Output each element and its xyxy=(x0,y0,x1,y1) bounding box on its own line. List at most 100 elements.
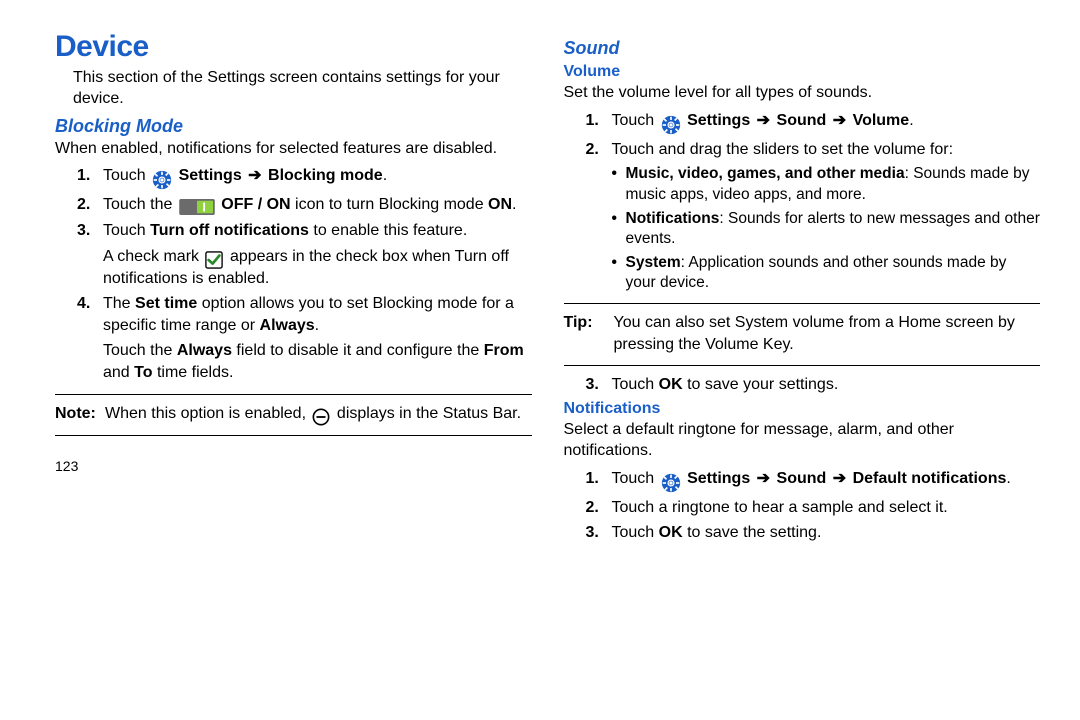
device-intro: This section of the Settings screen cont… xyxy=(55,68,532,110)
text: to save the setting. xyxy=(683,524,822,541)
arrow-icon: ➔ xyxy=(826,470,852,487)
step-body: Touch Settings ➔ Sound ➔ Volume. xyxy=(612,110,1041,135)
media-label: Music, video, games, and other media xyxy=(626,165,905,182)
toggle-icon xyxy=(179,197,215,213)
text: icon to turn Blocking mode xyxy=(291,196,488,213)
step-number: 1. xyxy=(586,468,612,493)
text: Touch xyxy=(612,470,659,487)
step-number: 3. xyxy=(586,374,612,396)
blocking-step-1: 1. Touch Settings ➔ Blocking mode. xyxy=(77,165,532,190)
text: and xyxy=(103,364,134,381)
settings-label: Settings xyxy=(687,112,750,129)
step-number: 2. xyxy=(77,194,103,216)
divider xyxy=(564,365,1041,366)
step-body: The Set time option allows you to set Bl… xyxy=(103,293,532,336)
arrow-icon: ➔ xyxy=(242,167,268,184)
step-number: 1. xyxy=(586,110,612,135)
blocking-step-4-sub: Touch the Always field to disable it and… xyxy=(103,340,532,383)
step-body: Touch OK to save the setting. xyxy=(612,522,1041,544)
always-label: Always xyxy=(260,317,315,334)
step-body: Touch the OFF / ON icon to turn Blocking… xyxy=(103,194,532,216)
text: The xyxy=(103,295,135,312)
always-label: Always xyxy=(177,342,232,359)
volume-heading: Volume xyxy=(564,63,1041,81)
step-body: Touch a ringtone to hear a sample and se… xyxy=(612,497,1041,519)
from-label: From xyxy=(484,342,524,359)
system-label: System xyxy=(626,254,681,271)
notifications-label: Notifications xyxy=(626,210,720,227)
text: When this option is enabled, xyxy=(105,405,310,422)
divider xyxy=(564,303,1041,304)
step-number: 4. xyxy=(77,293,103,336)
step-body: Touch OK to save your settings. xyxy=(612,374,1041,396)
volume-bullet-system: • System: Application sounds and other s… xyxy=(612,253,1041,293)
arrow-icon: ➔ xyxy=(826,112,852,129)
blocking-step-4: 4. The Set time option allows you to set… xyxy=(77,293,532,336)
volume-tip: Tip: You can also set System volume from… xyxy=(564,312,1041,355)
notif-step-1: 1. Touch Settings ➔ Sound ➔ Default noti… xyxy=(586,468,1041,493)
step-body: Touch and drag the sliders to set the vo… xyxy=(612,139,1041,161)
default-notifications-label: Default notifications xyxy=(853,470,1007,487)
bullet-body: Music, video, games, and other media: So… xyxy=(626,164,1041,204)
step-number: 2. xyxy=(586,497,612,519)
blocking-step-3-sub: A check mark appears in the check box wh… xyxy=(103,246,532,290)
text: A check mark xyxy=(103,248,203,265)
volume-step-1: 1. Touch Settings ➔ Sound ➔ Volume. xyxy=(586,110,1041,135)
volume-bullet-media: • Music, video, games, and other media: … xyxy=(612,164,1041,204)
bullet-dot: • xyxy=(612,164,626,204)
arrow-icon: ➔ xyxy=(750,112,776,129)
volume-step-2: 2. Touch and drag the sliders to set the… xyxy=(586,139,1041,161)
page: Device This section of the Settings scre… xyxy=(0,0,1080,720)
gear-icon xyxy=(661,473,681,493)
notif-step-3: 3. Touch OK to save the setting. xyxy=(586,522,1041,544)
on-label: ON xyxy=(488,196,512,213)
bullet-dot: • xyxy=(612,209,626,249)
text: . xyxy=(383,167,387,184)
ok-label: OK xyxy=(659,376,683,393)
gear-icon xyxy=(661,115,681,135)
settings-label: Settings xyxy=(179,167,242,184)
text: . xyxy=(1006,470,1010,487)
step-number: 3. xyxy=(586,522,612,544)
text: Touch xyxy=(103,222,150,239)
text: Touch xyxy=(103,167,150,184)
turn-off-notif-label: Turn off notifications xyxy=(150,222,309,239)
text: to enable this feature. xyxy=(309,222,467,239)
off-on-label: OFF / ON xyxy=(221,196,290,213)
note-label: Note: xyxy=(55,403,105,425)
settings-label: Settings xyxy=(687,470,750,487)
note-body: When this option is enabled, displays in… xyxy=(105,403,532,425)
step-number: 1. xyxy=(77,165,103,190)
device-heading: Device xyxy=(55,30,532,64)
minus-circle-icon xyxy=(312,407,330,425)
blocking-step-2: 2. Touch the OFF / ON icon to turn Block… xyxy=(77,194,532,216)
text: field to disable it and configure the xyxy=(232,342,484,359)
step-body: Touch Settings ➔ Sound ➔ Default notific… xyxy=(612,468,1041,493)
text: . xyxy=(315,317,319,334)
blocking-mode-label: Blocking mode xyxy=(268,167,383,184)
volume-label: Volume xyxy=(853,112,910,129)
text: Touch xyxy=(612,112,659,129)
to-label: To xyxy=(134,364,152,381)
blocking-step-3: 3. Touch Turn off notifications to enabl… xyxy=(77,220,532,242)
blocking-note: Note: When this option is enabled, displ… xyxy=(55,403,532,425)
notif-step-2: 2. Touch a ringtone to hear a sample and… xyxy=(586,497,1041,519)
volume-step-3: 3. Touch OK to save your settings. xyxy=(586,374,1041,396)
left-column: Device This section of the Settings scre… xyxy=(55,30,548,710)
blocking-mode-intro: When enabled, notifications for selected… xyxy=(55,139,532,160)
notifications-heading: Notifications xyxy=(564,400,1041,418)
bullet-body: System: Application sounds and other sou… xyxy=(626,253,1041,293)
page-number: 123 xyxy=(55,458,532,474)
step-number: 3. xyxy=(77,220,103,242)
arrow-icon: ➔ xyxy=(750,470,776,487)
text: time fields. xyxy=(153,364,234,381)
text: to save your settings. xyxy=(683,376,839,393)
checkmark-icon xyxy=(205,250,223,268)
step-number: 2. xyxy=(586,139,612,161)
sound-label: Sound xyxy=(777,112,827,129)
volume-bullet-notifications: • Notifications: Sounds for alerts to ne… xyxy=(612,209,1041,249)
blocking-mode-heading: Blocking Mode xyxy=(55,116,532,137)
text: Touch xyxy=(612,376,659,393)
step-body: Touch Turn off notifications to enable t… xyxy=(103,220,532,242)
gear-icon xyxy=(152,170,172,190)
